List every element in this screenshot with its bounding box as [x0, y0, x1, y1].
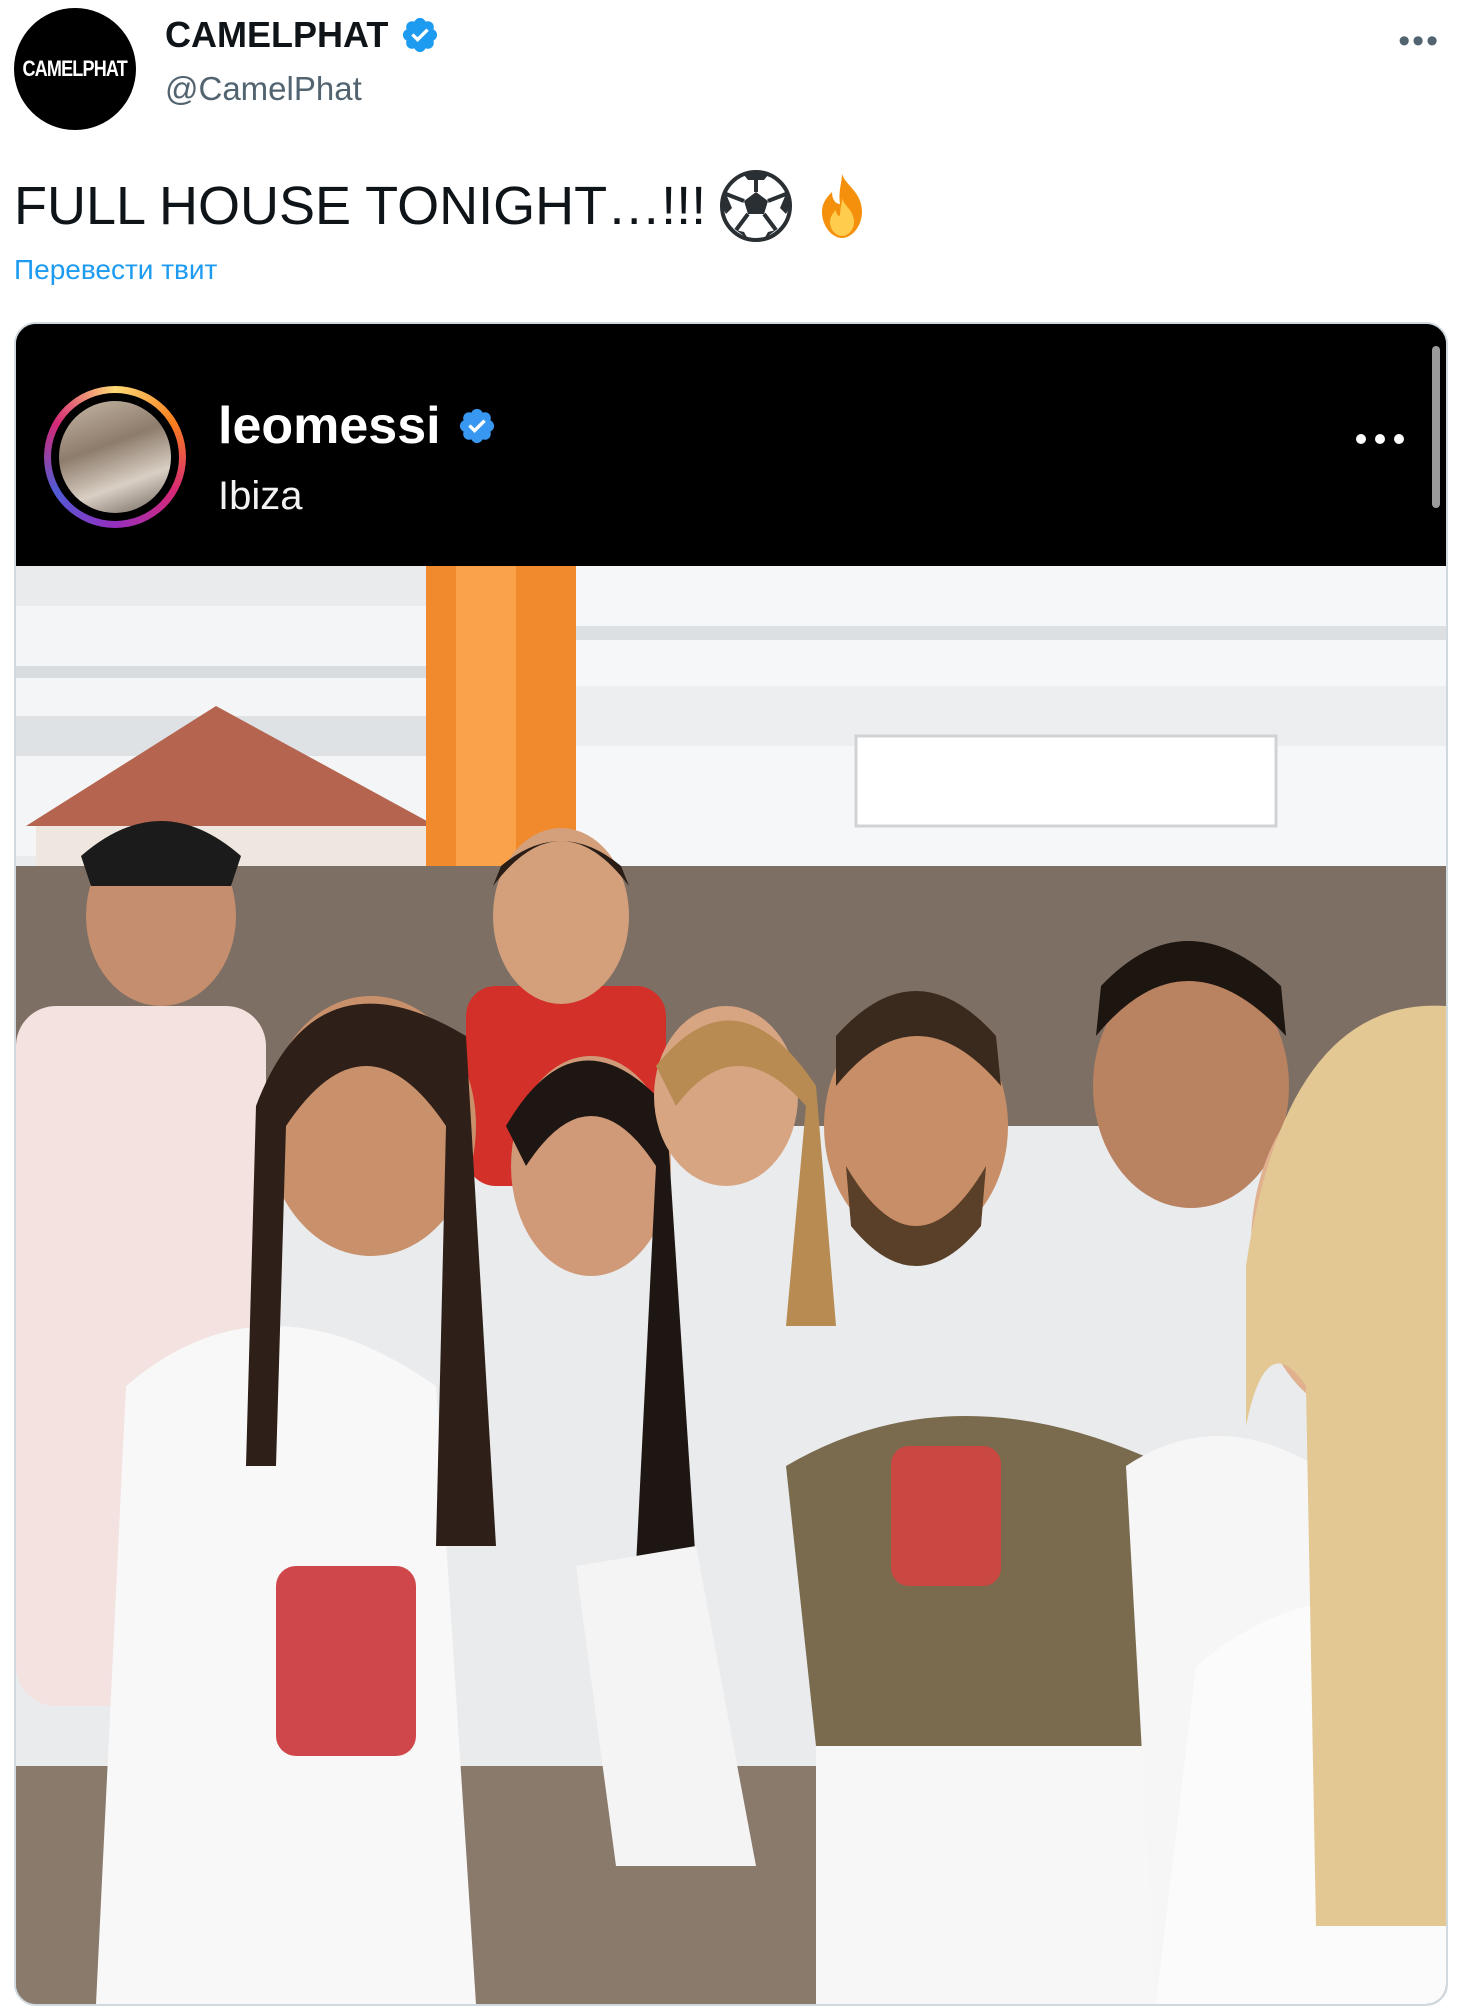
tweet-text-content: FULL HOUSE TONIGHT…!!!	[14, 176, 707, 236]
tweet-text: FULL HOUSE TONIGHT…!!!	[14, 170, 878, 242]
media-card[interactable]: leomessi Ibiza	[14, 322, 1448, 2006]
instagram-avatar	[59, 401, 171, 513]
fire-icon	[822, 174, 863, 238]
post-photo[interactable]	[16, 566, 1446, 2004]
author-name-row[interactable]: CAMELPHAT	[165, 14, 440, 56]
translate-tweet-link[interactable]: Перевести твит	[14, 254, 217, 286]
tweet: CAMELPHAT CAMELPHAT @CamelPhat ••• FULL …	[0, 0, 1460, 2013]
avatar-logo-text: CAMELPHAT	[22, 56, 128, 81]
author-avatar[interactable]: CAMELPHAT	[14, 8, 136, 130]
instagram-username-row: leomessi	[218, 396, 497, 456]
verified-badge-icon	[403, 17, 438, 53]
instagram-avatar-ring	[44, 386, 186, 528]
soccer-ball-icon	[720, 170, 793, 242]
author-handle[interactable]: @CamelPhat	[165, 70, 362, 108]
instagram-location: Ibiza	[218, 474, 303, 518]
instagram-post-header: leomessi Ibiza	[16, 324, 1446, 566]
group-selfie-illustration	[16, 566, 1446, 2004]
author-display-name[interactable]: CAMELPHAT	[165, 14, 388, 56]
more-options-button[interactable]: •••	[1398, 22, 1440, 61]
verified-badge-icon	[459, 408, 494, 444]
instagram-username: leomessi	[218, 397, 441, 455]
instagram-more-icon	[1356, 434, 1404, 444]
scrollbar[interactable]	[1432, 346, 1440, 508]
